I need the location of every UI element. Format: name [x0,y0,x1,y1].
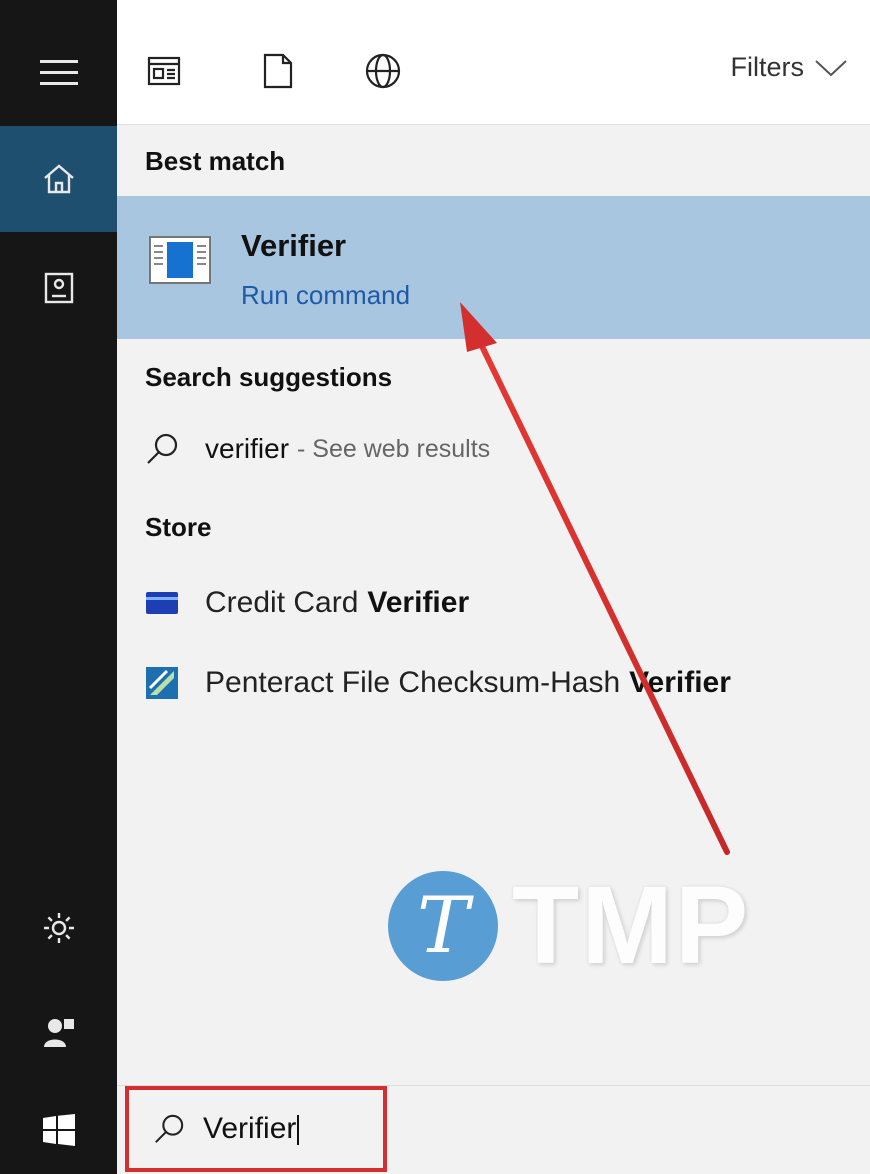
filter-toolbar: Filters [117,0,870,125]
best-match-heading: Best match [145,146,286,176]
globe-icon [365,53,401,89]
documents-button[interactable] [0,258,117,318]
best-match-subtitle: Run command [241,280,411,310]
app-window-icon [149,236,211,284]
store-item[interactable]: Penteract File Checksum-Hash Verifier [145,666,731,700]
search-icon [155,1114,184,1143]
settings-button[interactable] [0,898,117,958]
store-item[interactable]: Credit Card Verifier [145,586,469,620]
apps-filter-button[interactable] [141,48,187,94]
web-filter-button[interactable] [360,48,406,94]
user-button[interactable] [0,1002,117,1062]
settings-icon [43,913,74,943]
taskbar-search: Verifier [117,1085,870,1174]
watermark-text: TMP [512,864,751,987]
best-match-title: Verifier [241,228,347,263]
store-item-name: Credit Card [205,586,359,619]
store-item-match: Verifier [629,666,731,699]
home-button[interactable] [0,126,117,232]
web-suggestion-item[interactable]: verifier - See web results [145,432,490,466]
store-item-name: Penteract File Checksum-Hash [205,666,621,699]
best-match-result[interactable]: Verifier Run command [117,196,870,339]
documents-icon [44,272,73,304]
text-caret [297,1115,300,1146]
watermark-monogram: T [388,870,498,981]
suggestion-query: verifier [205,433,290,464]
left-rail [0,0,117,1174]
search-icon [147,433,178,464]
hamburger-icon [39,60,78,85]
filters-dropdown[interactable]: Filters [731,52,849,83]
menu-button[interactable] [0,42,117,102]
watermark-logo: T TMP [388,862,750,989]
filters-label: Filters [730,52,805,82]
documents-filter-button[interactable] [255,48,301,94]
start-button[interactable] [0,1100,117,1160]
search-suggestions-heading: Search suggestions [145,362,393,392]
credit-card-icon [146,592,178,614]
suggestion-web-results: - See web results [297,434,491,463]
search-input-value: Verifier [203,1112,300,1146]
store-item-match: Verifier [367,586,470,619]
windows-start-icon [42,1114,75,1146]
search-input[interactable]: Verifier [125,1086,387,1172]
store-heading: Store [145,512,212,542]
user-icon [43,1019,74,1047]
home-icon [43,164,74,194]
apps-icon [147,56,181,86]
document-icon [263,53,293,89]
chevron-down-icon [815,59,847,76]
checksum-app-icon [146,667,178,699]
